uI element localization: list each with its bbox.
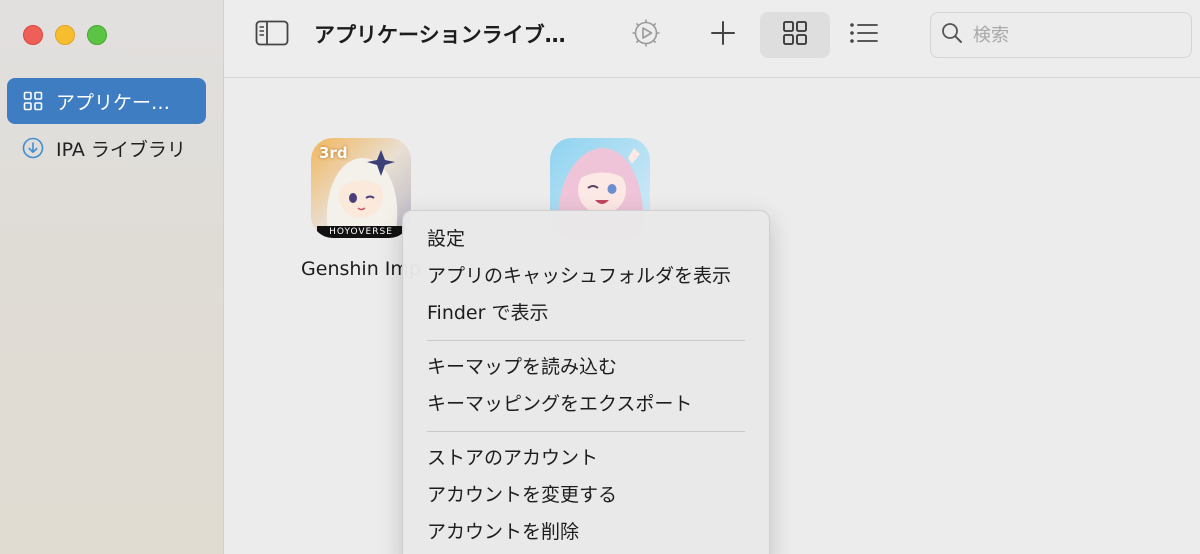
menu-item-show-cache-folder[interactable]: アプリのキャッシュフォルダを表示 [403,258,769,295]
sidebar-item-applications[interactable]: アプリケー… [7,78,206,124]
traffic-lights [23,25,107,45]
menu-item-change-account[interactable]: アカウントを変更する [403,477,769,514]
app-window: アプリケー… IPA ライブラリ アプリケーションライブ… 検索 3rd HOY… [0,0,1200,554]
grid-icon [22,90,44,112]
sidebar-item-ipa-library[interactable]: IPA ライブラリ [7,125,206,171]
sidebar-item-label: アプリケー… [56,91,171,114]
download-circle-icon [22,137,44,159]
sidebar: アプリケー… IPA ライブラリ [0,0,224,554]
hoyoverse-logo: HOYOVERSE [329,227,393,237]
gear-play-icon [630,17,662,53]
genshin-app-icon[interactable]: 3rd HOYOVERSE [311,138,411,238]
sidebar-item-label: IPA ライブラリ [56,138,186,161]
menu-separator [427,431,745,432]
genshin-badge: 3rd [319,144,348,162]
menu-item-settings[interactable]: 設定 [403,221,769,258]
close-window-button[interactable] [23,25,43,45]
window-title: アプリケーションライブ… [314,23,566,47]
search-field[interactable] [930,12,1192,58]
toolbar: アプリケーションライブ… [224,0,1200,78]
menu-item-export-keymapping[interactable]: キーマッピングをエクスポート [403,386,769,423]
context-menu: 設定 アプリのキャッシュフォルダを表示 Finder で表示 キーマップを読み込… [402,210,770,554]
list-view-button[interactable] [836,12,892,58]
menu-item-store-account[interactable]: ストアのアカウント [403,440,769,477]
sidebar-toggle-button[interactable] [246,12,298,58]
menu-item-delete-account[interactable]: アカウントを削除 [403,514,769,551]
sidebar-toggle-icon [255,20,289,50]
add-button[interactable] [700,12,746,58]
maximize-window-button[interactable] [87,25,107,45]
grid-view-button[interactable] [760,12,830,58]
minimize-window-button[interactable] [55,25,75,45]
list-view-icon [849,21,879,49]
menu-item-import-keymap[interactable]: キーマップを読み込む [403,349,769,386]
search-input[interactable] [971,23,1175,47]
settings-button[interactable] [624,12,668,58]
plus-icon [710,20,736,50]
grid-view-icon [782,20,808,50]
menu-item-show-in-finder[interactable]: Finder で表示 [403,295,769,332]
menu-separator [427,340,745,341]
search-icon [941,22,963,48]
